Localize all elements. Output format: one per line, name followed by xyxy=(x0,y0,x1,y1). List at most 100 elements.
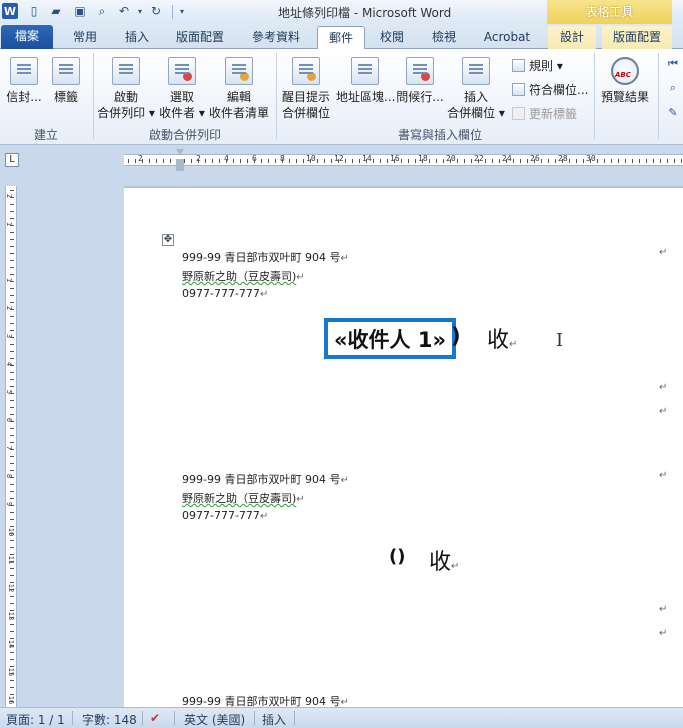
document-area[interactable]: ✥ 999-99 青日部市双叶町 904 号↵ 野原新之助（豆皮壽司)↵ 097… xyxy=(124,171,683,707)
new-document-icon[interactable]: ▯ xyxy=(26,3,42,19)
ruler-tick xyxy=(310,159,311,163)
horizontal-ruler[interactable]: 2 2 4 6 8 10 12 14 16 18 20 22 24 26 28 … xyxy=(124,154,683,166)
select-recipients-button[interactable]: 選取 收件者 ▾ xyxy=(158,57,206,121)
address-block-icon xyxy=(351,57,379,85)
tab-acrobat[interactable]: Acrobat xyxy=(476,26,538,49)
ruler-tick xyxy=(597,159,598,163)
ruler-tick xyxy=(492,159,493,163)
ruler-tick xyxy=(10,603,14,604)
start-mail-merge-button[interactable]: 啟動 合併列印 ▾ xyxy=(96,57,156,121)
preview-results-button[interactable]: 預覽結果 xyxy=(599,57,651,105)
recipient-shou-text: 收↵ xyxy=(487,322,517,354)
check-errors-icon[interactable]: ✎ xyxy=(666,105,680,119)
status-language[interactable]: 英文 (美國) xyxy=(184,711,245,728)
tab-review[interactable]: 校閱 xyxy=(370,26,414,49)
ruler-tick xyxy=(10,197,14,198)
match-fields-button[interactable]: 符合欄位... xyxy=(512,81,588,98)
indent-marker[interactable] xyxy=(176,149,184,171)
horizontal-ruler-row: L 2 2 4 6 8 10 12 14 16 18 20 22 24 26 2… xyxy=(0,145,683,171)
ruler-tick xyxy=(611,159,612,163)
tab-mailings[interactable]: 郵件 xyxy=(317,26,365,50)
ruler-tick xyxy=(10,561,14,562)
update-labels-label: 更新標籤 xyxy=(529,107,578,121)
redo-icon[interactable]: ↻ xyxy=(148,3,164,19)
update-labels-button[interactable]: 更新標籤 xyxy=(512,105,577,122)
ruler-tick xyxy=(639,159,640,163)
ruler-tick xyxy=(10,428,14,429)
first-record-icon[interactable]: ⏮ xyxy=(666,57,680,71)
customize-dropdown-icon[interactable]: ▾ xyxy=(174,3,190,19)
open-folder-icon[interactable]: ▰ xyxy=(48,3,64,19)
table-move-handle-icon[interactable]: ✥ xyxy=(162,234,174,246)
envelopes-label: 信封... xyxy=(6,90,42,104)
save-icon[interactable]: ▣ xyxy=(72,3,88,19)
paragraph-mark: ↵ xyxy=(259,511,269,522)
ruler-tick xyxy=(520,159,521,163)
greeting-line-label: 問候行... xyxy=(396,90,444,104)
status-word-count[interactable]: 字數: 148 xyxy=(82,711,137,728)
highlight-merge-fields-icon xyxy=(292,57,320,85)
ruler-tick xyxy=(289,159,290,163)
find-recipient-icon[interactable]: ⌕ xyxy=(666,81,680,95)
print-preview-icon[interactable]: ⌕ xyxy=(94,3,110,19)
match-fields-icon xyxy=(512,83,525,96)
ruler-tick xyxy=(205,159,206,163)
tab-home[interactable]: 常用 xyxy=(64,26,106,49)
ruler-tick xyxy=(10,582,14,583)
labels-button[interactable]: 標籤 xyxy=(48,57,84,105)
ruler-tick xyxy=(415,159,416,163)
ruler-tick xyxy=(10,533,14,534)
vertical-ruler[interactable]: 2 1 1 2 3 4 5 6 7 8 9 10 11 12 13 14 15 … xyxy=(5,186,17,707)
window-title: 地址條列印檔 - Microsoft Word xyxy=(278,6,452,20)
tab-selector-button[interactable]: L xyxy=(5,153,19,167)
ruler-tick xyxy=(10,295,14,296)
recipient-shou-text: 收↵ xyxy=(429,544,459,576)
ruler-tick xyxy=(485,159,486,163)
tab-references[interactable]: 參考資料 xyxy=(244,26,308,49)
ruler-tick xyxy=(10,435,14,436)
rules-button[interactable]: 規則 ▾ xyxy=(512,57,563,74)
ruler-tick xyxy=(583,159,584,163)
ruler-tick xyxy=(506,159,507,163)
ruler-tick xyxy=(10,617,14,618)
address-block-button[interactable]: 地址區塊... xyxy=(336,57,395,105)
insert-merge-field-label-1: 插入 xyxy=(463,90,488,104)
recipient-empty-field[interactable]: () xyxy=(389,546,405,567)
ruler-tick xyxy=(184,159,185,163)
undo-dropdown-icon[interactable]: ▾ xyxy=(132,3,148,19)
ruler-tick xyxy=(10,232,14,233)
tab-table-design[interactable]: 設計 xyxy=(548,26,596,49)
ruler-number: 16 xyxy=(7,695,16,705)
word-logo-icon[interactable]: W xyxy=(2,3,18,19)
status-insert-mode[interactable]: 插入 xyxy=(262,711,286,728)
ruler-tick xyxy=(646,159,647,163)
ruler-tick xyxy=(10,421,14,422)
ruler-tick xyxy=(457,159,458,163)
tab-table-layout[interactable]: 版面配置 xyxy=(602,26,672,49)
tab-page-layout[interactable]: 版面配置 xyxy=(170,26,230,49)
tab-view[interactable]: 檢視 xyxy=(422,26,466,49)
ribbon-tab-row: 檔案 常用 插入 版面配置 參考資料 郵件 校閱 檢視 Acrobat 設計 版… xyxy=(0,24,683,50)
recipient-merge-field[interactable]: «收件人 1» xyxy=(324,318,456,359)
undo-icon[interactable]: ↶ xyxy=(116,3,132,19)
ruler-tick xyxy=(660,159,661,163)
ruler-tick xyxy=(576,159,577,163)
proofing-icon[interactable]: ✔ xyxy=(150,711,160,725)
greeting-line-button[interactable]: 問候行... xyxy=(396,57,444,105)
document-page[interactable]: ✥ 999-99 青日部市双叶町 904 号↵ 野原新之助（豆皮壽司)↵ 097… xyxy=(124,188,683,707)
ruler-tick xyxy=(10,568,14,569)
ruler-tick xyxy=(268,159,269,163)
tab-file[interactable]: 檔案 xyxy=(1,25,53,49)
status-page[interactable]: 頁面: 1 / 1 xyxy=(6,711,65,728)
sender-address-line: 999-99 青日部市双叶町 904 号↵ xyxy=(182,471,349,487)
insert-merge-field-button[interactable]: 插入 合併欄位 ▾ xyxy=(446,57,506,121)
edit-recipient-list-button[interactable]: 編輯 收件者清單 xyxy=(208,57,270,121)
highlight-merge-fields-button[interactable]: 醒目提示 合併欄位 xyxy=(282,57,330,121)
ruler-tick xyxy=(10,267,14,268)
envelopes-button[interactable]: 信封... xyxy=(4,57,44,105)
tab-insert[interactable]: 插入 xyxy=(116,26,158,49)
ruler-tick xyxy=(632,159,633,163)
sender-address-line: 999-99 青日部市双叶町 904 号↵ xyxy=(182,693,349,707)
ruler-tick xyxy=(401,159,402,163)
start-mail-merge-label-1: 啟動 xyxy=(113,90,138,104)
